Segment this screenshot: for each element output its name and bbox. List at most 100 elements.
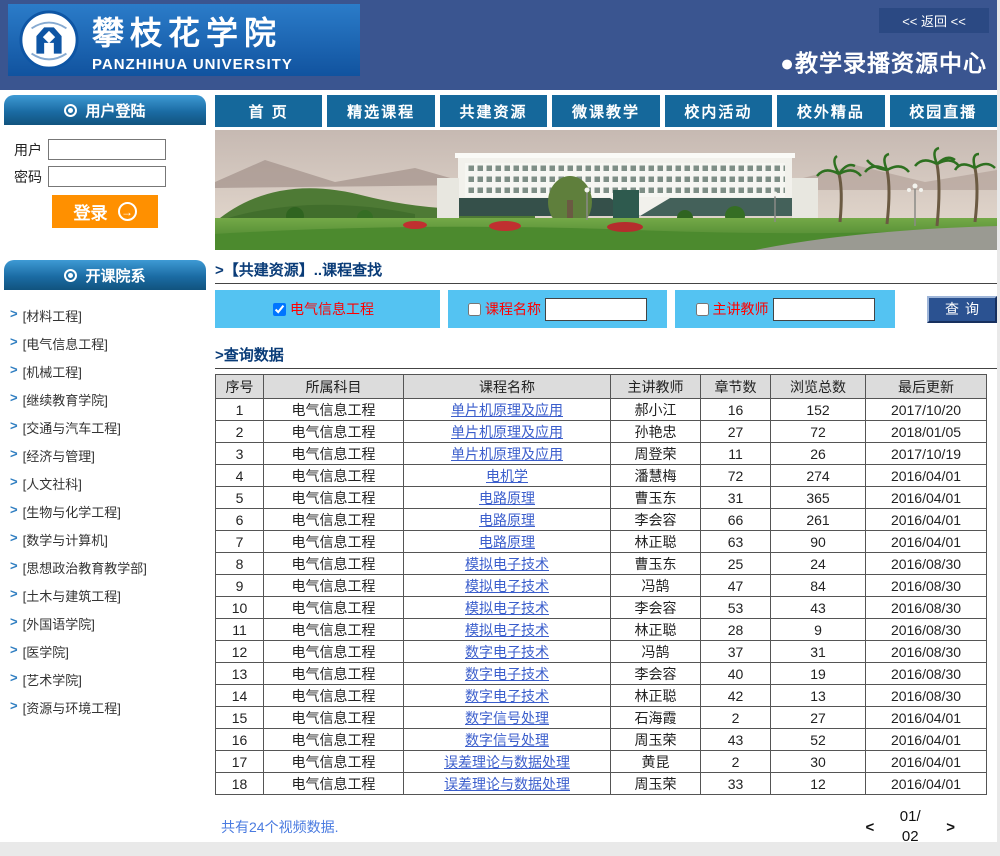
tab-3[interactable]: 微课教学 <box>552 95 659 127</box>
cell-seq: 9 <box>216 575 264 597</box>
course-link[interactable]: 单片机原理及应用 <box>451 424 563 440</box>
department-item-6[interactable]: >[人文社科] <box>10 474 210 502</box>
department-item-label: [材料工程] <box>23 306 82 334</box>
teacher-filter-checkbox[interactable] <box>696 303 709 316</box>
cell-updated: 2016/08/30 <box>866 619 987 641</box>
cell-chapters: 72 <box>701 465 771 487</box>
course-link[interactable]: 单片机原理及应用 <box>451 446 563 462</box>
course-link[interactable]: 数字信号处理 <box>465 710 549 726</box>
tab-2[interactable]: 共建资源 <box>440 95 547 127</box>
search-section-title: >【共建资源】..课程查找 <box>215 259 997 284</box>
cell-chapters: 66 <box>701 509 771 531</box>
cell-course: 电路原理 <box>404 487 611 509</box>
next-page-button[interactable]: > <box>946 819 955 836</box>
cell-teacher: 冯鹄 <box>611 641 701 663</box>
departments-panel-header: 开课院系 <box>4 260 206 290</box>
pagination: < 01/ 02 > <box>865 807 955 848</box>
page: 攀枝花学院 PANZHIHUA UNIVERSITY << 返回 << ●教学录… <box>0 0 997 842</box>
tab-4[interactable]: 校内活动 <box>665 95 772 127</box>
department-item-1[interactable]: >[电气信息工程] <box>10 334 210 362</box>
department-item-13[interactable]: >[艺术学院] <box>10 670 210 698</box>
tab-1[interactable]: 精选课程 <box>327 95 434 127</box>
tab-6[interactable]: 校园直播 <box>890 95 997 127</box>
department-item-9[interactable]: >[思想政治教育教学部] <box>10 558 210 586</box>
department-item-10[interactable]: >[土木与建筑工程] <box>10 586 210 614</box>
tab-5[interactable]: 校外精品 <box>777 95 884 127</box>
course-name-filter-label: 课程名称 <box>485 301 541 317</box>
cell-views: 152 <box>771 399 866 421</box>
course-name-filter-box: 课程名称 <box>448 290 667 328</box>
prev-page-button[interactable]: < <box>865 819 874 836</box>
username-input[interactable] <box>48 139 166 160</box>
course-link[interactable]: 误差理论与数据处理 <box>444 754 570 770</box>
cell-seq: 12 <box>216 641 264 663</box>
department-filter-checkbox[interactable] <box>273 303 286 316</box>
university-name-cn: 攀枝花学院 <box>92 8 293 54</box>
cell-views: 90 <box>771 531 866 553</box>
results-summary: 共有24个视频数据. <box>221 817 338 837</box>
department-item-12[interactable]: >[医学院] <box>10 642 210 670</box>
course-link[interactable]: 误差理论与数据处理 <box>444 776 570 792</box>
password-input[interactable] <box>48 166 166 187</box>
course-link[interactable]: 模拟电子技术 <box>465 556 549 572</box>
back-button[interactable]: << 返回 << <box>879 8 989 33</box>
cell-seq: 16 <box>216 729 264 751</box>
chevron-right-icon: > <box>10 586 18 614</box>
department-item-11[interactable]: >[外国语学院] <box>10 614 210 642</box>
login-button[interactable]: 登录 → <box>52 195 158 228</box>
department-item-2[interactable]: >[机械工程] <box>10 362 210 390</box>
cell-chapters: 40 <box>701 663 771 685</box>
course-link[interactable]: 数字电子技术 <box>465 688 549 704</box>
table-row: 6电气信息工程电路原理李会容662612016/04/01 <box>216 509 987 531</box>
cell-subject: 电气信息工程 <box>264 487 404 509</box>
course-link[interactable]: 电路原理 <box>479 512 535 528</box>
course-link[interactable]: 数字电子技术 <box>465 644 549 660</box>
login-panel-header: 用户登陆 <box>4 95 206 125</box>
cell-seq: 13 <box>216 663 264 685</box>
chevron-right-icon: > <box>10 390 18 418</box>
department-item-3[interactable]: >[继续教育学院] <box>10 390 210 418</box>
cell-views: 24 <box>771 553 866 575</box>
department-item-0[interactable]: >[材料工程] <box>10 306 210 334</box>
department-item-7[interactable]: >[生物与化学工程] <box>10 502 210 530</box>
teacher-name-input[interactable] <box>773 298 875 321</box>
course-link[interactable]: 模拟电子技术 <box>465 622 549 638</box>
course-link[interactable]: 模拟电子技术 <box>465 578 549 594</box>
cell-subject: 电气信息工程 <box>264 531 404 553</box>
cell-course: 数字电子技术 <box>404 641 611 663</box>
course-link[interactable]: 电路原理 <box>479 534 535 550</box>
cell-views: 26 <box>771 443 866 465</box>
department-item-4[interactable]: >[交通与汽车工程] <box>10 418 210 446</box>
cell-views: 365 <box>771 487 866 509</box>
department-item-label: [土木与建筑工程] <box>23 586 121 614</box>
tab-0[interactable]: 首 页 <box>215 95 322 127</box>
cell-course: 误差理论与数据处理 <box>404 751 611 773</box>
course-link[interactable]: 单片机原理及应用 <box>451 402 563 418</box>
cell-views: 31 <box>771 641 866 663</box>
cell-subject: 电气信息工程 <box>264 773 404 795</box>
table-row: 12电气信息工程数字电子技术冯鹄37312016/08/30 <box>216 641 987 663</box>
query-button[interactable]: 查询 <box>927 296 997 323</box>
main-tabs: 首 页精选课程共建资源微课教学校内活动校外精品校园直播 <box>215 95 997 127</box>
course-name-input[interactable] <box>545 298 647 321</box>
department-item-14[interactable]: >[资源与环境工程] <box>10 698 210 726</box>
cell-teacher: 郝小江 <box>611 399 701 421</box>
table-row: 14电气信息工程数字电子技术林正聪42132016/08/30 <box>216 685 987 707</box>
column-header-1: 所属科目 <box>264 375 404 399</box>
course-link[interactable]: 数字电子技术 <box>465 666 549 682</box>
results-table: 序号所属科目课程名称主讲教师章节数浏览总数最后更新 1电气信息工程单片机原理及应… <box>215 374 987 795</box>
department-item-label: [艺术学院] <box>23 670 82 698</box>
course-link[interactable]: 电机学 <box>486 468 528 484</box>
course-name-filter-checkbox[interactable] <box>468 303 481 316</box>
cell-seq: 11 <box>216 619 264 641</box>
cell-seq: 10 <box>216 597 264 619</box>
cell-seq: 8 <box>216 553 264 575</box>
course-link[interactable]: 数字信号处理 <box>465 732 549 748</box>
course-link[interactable]: 模拟电子技术 <box>465 600 549 616</box>
cell-updated: 2016/04/01 <box>866 773 987 795</box>
department-item-8[interactable]: >[数学与计算机] <box>10 530 210 558</box>
department-item-5[interactable]: >[经济与管理] <box>10 446 210 474</box>
column-header-4: 章节数 <box>701 375 771 399</box>
course-link[interactable]: 电路原理 <box>479 490 535 506</box>
cell-teacher: 周登荣 <box>611 443 701 465</box>
